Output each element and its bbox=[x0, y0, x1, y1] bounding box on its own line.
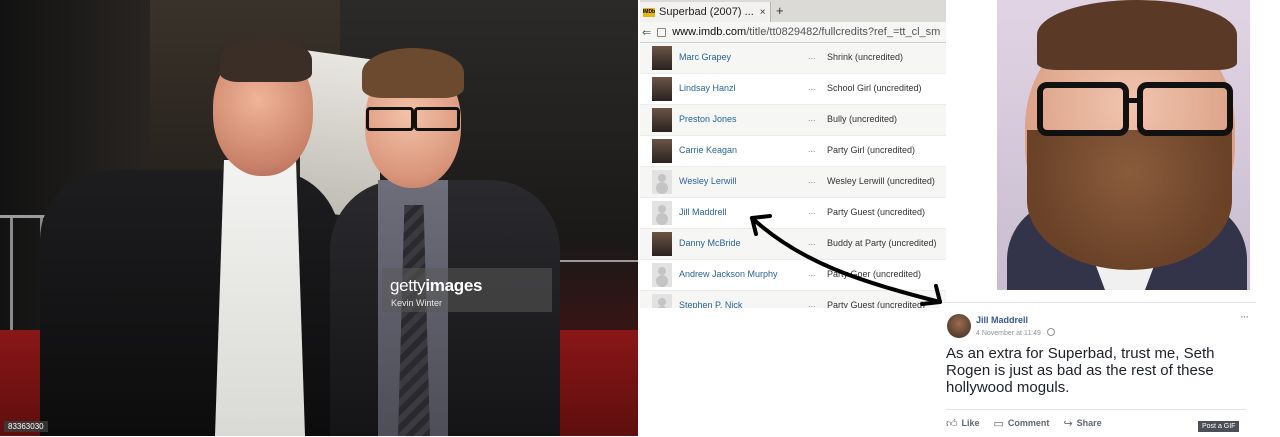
comment-button[interactable]: ▭ Comment bbox=[994, 417, 1050, 430]
new-tab-button[interactable]: + bbox=[776, 3, 784, 18]
back-arrow-icon[interactable]: ⇐ bbox=[642, 26, 651, 39]
headshot-photo bbox=[997, 0, 1250, 290]
tab-superbad[interactable]: IMDb Superbad (2007) ... × bbox=[640, 2, 771, 22]
url-bar[interactable]: ⇐ www.imdb.com/title/tt0829482/fullcredi… bbox=[640, 22, 946, 43]
tab-close-icon[interactable]: × bbox=[760, 7, 766, 18]
globe-icon bbox=[1047, 328, 1056, 336]
cast-separator: ... bbox=[808, 144, 816, 154]
post-actions: 👍︎ Like ▭ Comment ↪ Share bbox=[946, 415, 1116, 431]
cast-role: Wesley Lerwill (uncredited) bbox=[827, 176, 935, 186]
cast-photo[interactable] bbox=[652, 170, 672, 194]
imdb-favicon-icon: IMDb bbox=[642, 7, 656, 17]
beard bbox=[1027, 130, 1232, 270]
cast-role: Buddy at Party (uncredited) bbox=[827, 238, 937, 248]
cast-name-link[interactable]: Jill Maddrell bbox=[679, 207, 727, 217]
cast-name-link[interactable]: Carrie Keagan bbox=[679, 145, 737, 155]
cast-row: Wesley Lerwill... Wesley Lerwill (uncredi… bbox=[640, 167, 946, 198]
cast-photo[interactable] bbox=[652, 232, 672, 256]
divider bbox=[946, 409, 1246, 410]
post-author[interactable]: Jill Maddrell bbox=[976, 315, 1028, 325]
photo-id-label: 83363030 bbox=[4, 421, 48, 432]
hair bbox=[1037, 0, 1237, 70]
avatar[interactable] bbox=[947, 314, 971, 338]
post-timestamp[interactable]: 4 November at 11:49 · bbox=[976, 328, 1056, 337]
glasses-right-lens bbox=[414, 107, 460, 131]
cast-separator: ... bbox=[808, 237, 816, 247]
cast-name-link[interactable]: Lindsay Hanzl bbox=[679, 83, 736, 93]
tab-bar: IMDb Superbad (2007) ... × + bbox=[640, 0, 946, 22]
cast-role: Party Goer (uncredited) bbox=[827, 269, 922, 279]
glasses-bridge bbox=[1123, 98, 1143, 103]
cast-photo[interactable] bbox=[652, 139, 672, 163]
glasses-left-lens bbox=[1037, 82, 1129, 136]
thumbs-up-icon: 👍︎ bbox=[946, 417, 958, 430]
url-domain: www.imdb.com bbox=[672, 26, 747, 38]
cast-separator: ... bbox=[808, 299, 816, 308]
cast-separator: ... bbox=[808, 268, 816, 278]
cast-separator: ... bbox=[808, 51, 816, 61]
cast-role: Party Guest (uncredited) bbox=[827, 207, 926, 217]
comment-icon: ▭ bbox=[993, 417, 1004, 430]
glasses-right-lens bbox=[1137, 82, 1233, 136]
cast-role: Shrink (uncredited) bbox=[827, 52, 904, 62]
getty-logo-bold: images bbox=[425, 276, 483, 295]
post-date-text: 4 November at 11:49 · bbox=[976, 330, 1046, 337]
url-path: /title/tt0829482/fullcredits?ref_=tt_cl_… bbox=[746, 26, 941, 38]
cast-role: Party Guest (uncredited) bbox=[827, 300, 926, 308]
url-text[interactable]: www.imdb.com/title/tt0829482/fullcredits… bbox=[672, 26, 940, 38]
post-text: As an extra for Superbad, trust me, Seth… bbox=[946, 345, 1215, 396]
cast-name-link[interactable]: Stephen P. Nick bbox=[679, 300, 742, 308]
cast-separator: ... bbox=[808, 175, 816, 185]
facebook-post: Jill Maddrell 4 November at 11:49 · ··· … bbox=[940, 302, 1256, 437]
post-gif-button[interactable]: Post a GIF bbox=[1198, 421, 1240, 432]
cast-name-link[interactable]: Preston Jones bbox=[679, 114, 737, 124]
cast-name-link[interactable]: Wesley Lerwill bbox=[679, 176, 736, 186]
getty-logo-light: getty bbox=[390, 276, 426, 295]
cast-row: Preston Jones... Bully (uncredited) bbox=[640, 105, 946, 136]
cast-name-link[interactable]: Danny McBride bbox=[679, 238, 741, 248]
share-label: Share bbox=[1076, 418, 1102, 428]
tab-title: Superbad (2007) ... bbox=[659, 6, 754, 18]
glasses-left-lens bbox=[366, 107, 414, 131]
share-button[interactable]: ↪ Share bbox=[1063, 417, 1101, 430]
cast-row: Carrie Keagan... Party Girl (uncredited) bbox=[640, 136, 946, 167]
cast-role: Bully (uncredited) bbox=[827, 114, 898, 124]
cast-row: Lindsay Hanzl... School Girl (uncredited) bbox=[640, 74, 946, 105]
cast-role: Party Girl (uncredited) bbox=[827, 145, 916, 155]
comment-label: Comment bbox=[1007, 418, 1050, 428]
cast-photo[interactable] bbox=[652, 201, 672, 225]
cast-name-link[interactable]: Andrew Jackson Murphy bbox=[679, 269, 778, 279]
cast-photo[interactable] bbox=[652, 263, 672, 287]
red-carpet-photo: gettyimages Kevin Winter 83363030 bbox=[0, 0, 638, 436]
share-icon: ↪ bbox=[1063, 417, 1073, 430]
cast-role: School Girl (uncredited) bbox=[827, 83, 922, 93]
cast-row: Jill Maddrell... Party Guest (uncredited) bbox=[640, 198, 946, 229]
getty-logo: gettyimages bbox=[390, 276, 482, 296]
photographer-credit: Kevin Winter bbox=[391, 298, 443, 308]
imdb-browser-window: IMDb Superbad (2007) ... × + ⇐ www.imdb.… bbox=[640, 0, 946, 308]
like-button[interactable]: 👍︎ Like bbox=[946, 417, 980, 430]
cast-row: Stephen P. Nick... Party Guest (uncredite… bbox=[640, 291, 946, 308]
cast-separator: ... bbox=[808, 206, 816, 216]
cast-photo[interactable] bbox=[652, 294, 672, 308]
cast-row: Danny McBride... Buddy at Party (uncredit… bbox=[640, 229, 946, 260]
cast-photo[interactable] bbox=[652, 46, 672, 70]
cast-separator: ... bbox=[808, 82, 816, 92]
info-icon[interactable] bbox=[657, 27, 667, 37]
like-label: Like bbox=[961, 418, 980, 428]
cast-list: Marc Grapey... Shrink (uncredited) Lindsay… bbox=[640, 43, 946, 308]
cast-photo[interactable] bbox=[652, 108, 672, 132]
cast-photo[interactable] bbox=[652, 77, 672, 101]
more-options-icon[interactable]: ··· bbox=[1240, 311, 1249, 323]
cast-row: Andrew Jackson Murphy... Party Goer (uncr… bbox=[640, 260, 946, 291]
cast-separator: ... bbox=[808, 113, 816, 123]
cast-row: Marc Grapey... Shrink (uncredited) bbox=[640, 43, 946, 74]
cast-name-link[interactable]: Marc Grapey bbox=[679, 52, 731, 62]
